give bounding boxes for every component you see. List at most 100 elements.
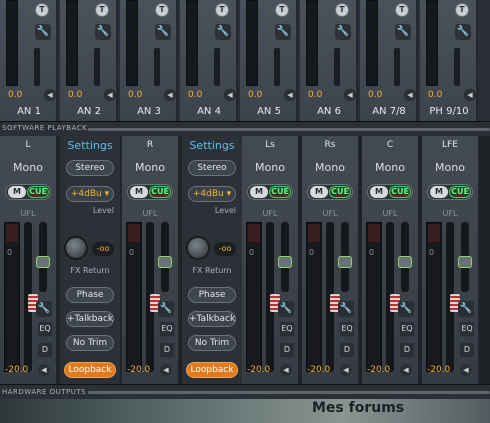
- gain-fader[interactable]: [94, 48, 100, 86]
- wrench-icon[interactable]: 🔧: [278, 301, 294, 317]
- cue-button[interactable]: CUE: [389, 186, 411, 198]
- cue-button[interactable]: CUE: [149, 186, 171, 198]
- pan-slider[interactable]: [338, 222, 352, 292]
- arrow-left-icon[interactable]: ◀: [404, 89, 416, 101]
- pan-knob[interactable]: [36, 256, 50, 268]
- wrench-icon[interactable]: 🔧: [36, 301, 52, 317]
- arrow-left-icon[interactable]: ◀: [340, 364, 352, 376]
- gain-fader[interactable]: [274, 48, 280, 86]
- cue-button[interactable]: CUE: [269, 186, 291, 198]
- arrow-left-icon[interactable]: ◀: [164, 89, 176, 101]
- t-button[interactable]: T: [335, 3, 349, 17]
- mute-button[interactable]: M: [430, 186, 448, 198]
- volume-fader[interactable]: [146, 222, 160, 372]
- eq-button[interactable]: EQ: [460, 322, 474, 336]
- wrench-icon[interactable]: 🔧: [395, 24, 411, 40]
- mute-button[interactable]: M: [130, 186, 148, 198]
- phase-button[interactable]: Phase: [188, 287, 236, 303]
- stereo-button[interactable]: Stereo: [188, 160, 236, 176]
- wrench-icon[interactable]: 🔧: [215, 24, 231, 40]
- d-button[interactable]: D: [280, 343, 294, 357]
- arrow-left-icon[interactable]: ◀: [344, 89, 356, 101]
- mono-button[interactable]: Mono: [362, 161, 418, 174]
- gain-fader[interactable]: [154, 48, 160, 86]
- arrow-left-icon[interactable]: ◀: [284, 89, 296, 101]
- mute-button[interactable]: M: [310, 186, 328, 198]
- arrow-left-icon[interactable]: ◀: [44, 89, 56, 101]
- volume-fader[interactable]: [266, 222, 280, 372]
- cue-button[interactable]: CUE: [449, 186, 471, 198]
- fx-return-knob[interactable]: [186, 236, 210, 260]
- wrench-icon[interactable]: 🔧: [455, 24, 471, 40]
- d-button[interactable]: D: [38, 343, 52, 357]
- no-trim-button[interactable]: No Trim: [188, 335, 236, 351]
- loopback-button[interactable]: Loopback: [64, 362, 116, 378]
- t-button[interactable]: T: [95, 3, 109, 17]
- pan-knob[interactable]: [458, 256, 472, 268]
- wrench-icon[interactable]: 🔧: [335, 24, 351, 40]
- talkback-button[interactable]: +Talkback: [188, 311, 236, 327]
- volume-fader[interactable]: [446, 222, 460, 372]
- section-scrollbar[interactable]: [88, 391, 490, 394]
- loopback-button[interactable]: Loopback: [186, 362, 238, 378]
- d-button[interactable]: D: [400, 343, 414, 357]
- fx-return-knob[interactable]: [64, 236, 88, 260]
- arrow-left-icon[interactable]: ◀: [460, 364, 472, 376]
- gain-fader[interactable]: [34, 48, 40, 86]
- mono-button[interactable]: Mono: [0, 161, 56, 174]
- cue-button[interactable]: CUE: [329, 186, 351, 198]
- d-button[interactable]: D: [340, 343, 354, 357]
- t-button[interactable]: T: [275, 3, 289, 17]
- level-dropdown[interactable]: +4dBu ▾: [66, 186, 114, 202]
- t-button[interactable]: T: [35, 3, 49, 17]
- mono-button[interactable]: Mono: [302, 161, 358, 174]
- stereo-button[interactable]: Stereo: [66, 160, 114, 176]
- eq-button[interactable]: EQ: [400, 322, 414, 336]
- t-button[interactable]: T: [395, 3, 409, 17]
- eq-button[interactable]: EQ: [38, 322, 52, 336]
- eq-button[interactable]: EQ: [340, 322, 354, 336]
- eq-button[interactable]: EQ: [280, 322, 294, 336]
- eq-button[interactable]: EQ: [160, 322, 174, 336]
- wrench-icon[interactable]: 🔧: [275, 24, 291, 40]
- mono-button[interactable]: Mono: [242, 161, 298, 174]
- mute-button[interactable]: M: [370, 186, 388, 198]
- mono-button[interactable]: Mono: [122, 161, 178, 174]
- pan-knob[interactable]: [338, 256, 352, 268]
- t-button[interactable]: T: [455, 3, 469, 17]
- arrow-left-icon[interactable]: ◀: [224, 89, 236, 101]
- pan-slider[interactable]: [158, 222, 172, 292]
- volume-fader[interactable]: [386, 222, 400, 372]
- t-button[interactable]: T: [155, 3, 169, 17]
- settings-title[interactable]: Settings: [60, 139, 120, 152]
- gain-fader[interactable]: [394, 48, 400, 86]
- pan-slider[interactable]: [398, 222, 412, 292]
- gain-fader[interactable]: [214, 48, 220, 86]
- no-trim-button[interactable]: No Trim: [66, 335, 114, 351]
- wrench-icon[interactable]: 🔧: [35, 24, 51, 40]
- level-dropdown[interactable]: +4dBu ▾: [188, 186, 236, 202]
- section-scrollbar[interactable]: [88, 128, 490, 131]
- cue-button[interactable]: CUE: [27, 186, 49, 198]
- arrow-left-icon[interactable]: ◀: [280, 364, 292, 376]
- wrench-icon[interactable]: 🔧: [155, 24, 171, 40]
- wrench-icon[interactable]: 🔧: [458, 301, 474, 317]
- gain-fader[interactable]: [334, 48, 340, 86]
- wrench-icon[interactable]: 🔧: [338, 301, 354, 317]
- t-button[interactable]: T: [215, 3, 229, 17]
- arrow-left-icon[interactable]: ◀: [160, 364, 172, 376]
- wrench-icon[interactable]: 🔧: [158, 301, 174, 317]
- mute-button[interactable]: M: [250, 186, 268, 198]
- pan-slider[interactable]: [458, 222, 472, 292]
- arrow-left-icon[interactable]: ◀: [38, 364, 50, 376]
- mute-button[interactable]: M: [8, 186, 26, 198]
- pan-slider[interactable]: [36, 222, 50, 292]
- arrow-left-icon[interactable]: ◀: [400, 364, 412, 376]
- talkback-button[interactable]: +Talkback: [66, 311, 114, 327]
- wrench-icon[interactable]: 🔧: [398, 301, 414, 317]
- gain-fader[interactable]: [454, 48, 460, 86]
- arrow-left-icon[interactable]: ◀: [104, 89, 116, 101]
- pan-knob[interactable]: [158, 256, 172, 268]
- pan-slider[interactable]: [278, 222, 292, 292]
- arrow-left-icon[interactable]: ◀: [464, 89, 476, 101]
